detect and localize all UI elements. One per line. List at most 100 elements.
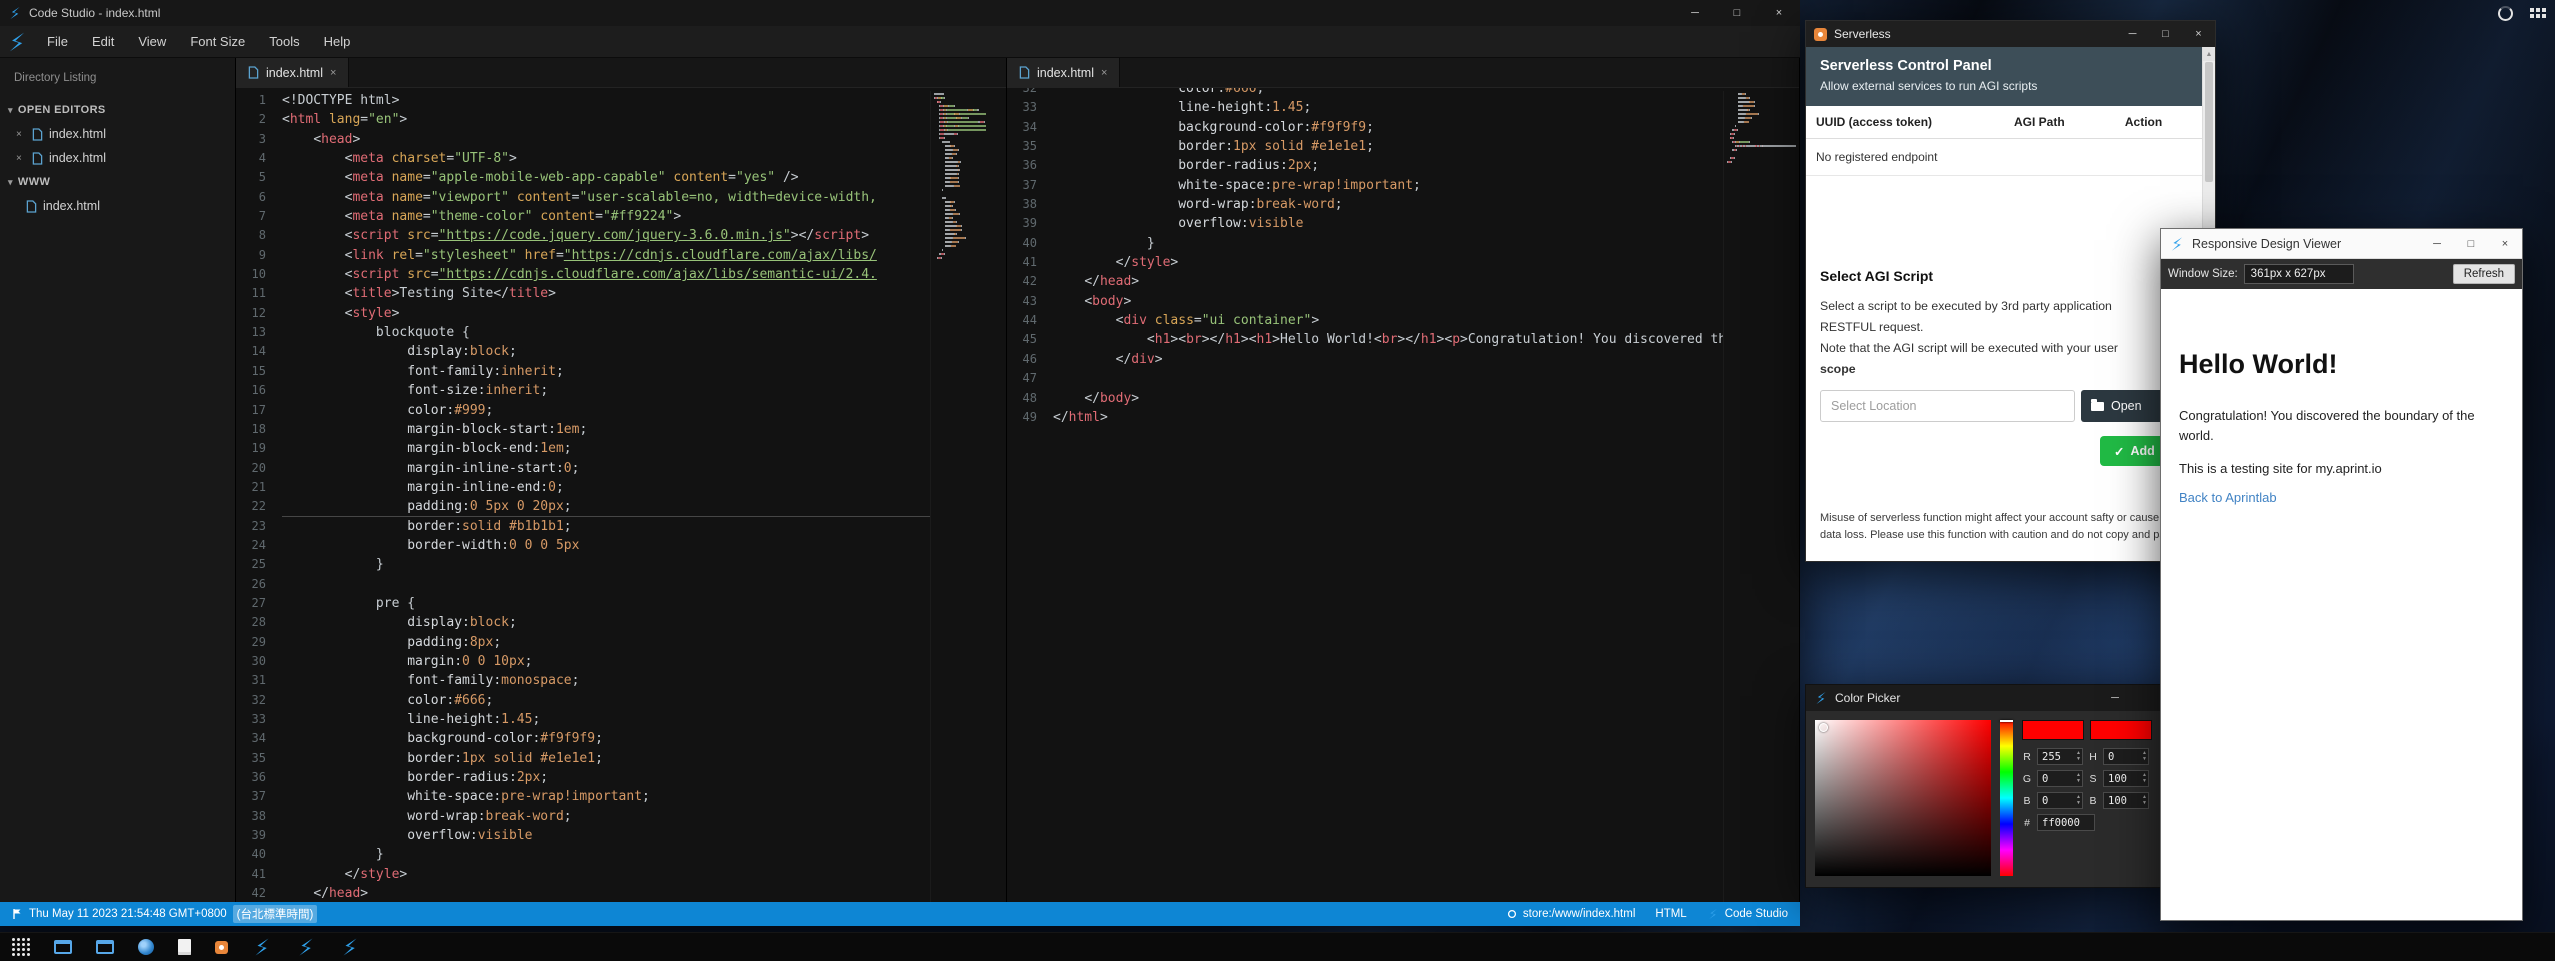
code-studio-logo-icon <box>8 6 22 20</box>
saturation-label: S <box>2088 773 2098 785</box>
code-editor[interactable]: 1<!DOCTYPE html>2<html lang="en">3 <head… <box>236 88 1006 902</box>
endpoint-table: UUID (access token) AGI Path Action No r… <box>1806 106 2202 176</box>
menu-edit[interactable]: Edit <box>81 29 125 54</box>
color-cursor[interactable] <box>1819 723 1828 732</box>
close-button[interactable]: × <box>2182 21 2215 47</box>
minimize-button[interactable]: ─ <box>2104 685 2126 711</box>
close-icon[interactable]: × <box>16 129 26 140</box>
spinner-arrows-icon[interactable]: ▲▼ <box>2142 750 2147 762</box>
code-studio-window: Code Studio - index.html ─ □ × File Edit… <box>0 0 1800 926</box>
color-picker-window: Color Picker ─ R ▲▼ H ▲▼ <box>1805 684 2185 888</box>
title-bar[interactable]: Responsive Design Viewer ─ □ × <box>2161 229 2522 259</box>
spinner-arrows-icon[interactable]: ▲▼ <box>2142 794 2147 806</box>
serverless-icon[interactable] <box>215 941 228 954</box>
close-button[interactable]: × <box>1758 0 1800 26</box>
section-title: Select AGI Script <box>1820 268 2188 284</box>
section-www[interactable]: ▾ WWW <box>0 170 235 194</box>
window-title: Code Studio - index.html <box>29 6 160 20</box>
close-button[interactable]: × <box>2488 229 2522 258</box>
browser-icon[interactable] <box>138 939 154 955</box>
menu-view[interactable]: View <box>127 29 177 54</box>
title-bar[interactable]: Color Picker ─ <box>1806 685 2184 711</box>
tab-index-html[interactable]: index.html × <box>236 58 349 87</box>
status-file-path[interactable]: store:/www/index.html <box>1507 908 1635 920</box>
hex-input[interactable] <box>2037 814 2095 831</box>
open-editor-item[interactable]: × index.html <box>0 122 235 146</box>
code-editor[interactable]: 32 color:#666;33 line-height:1.45;34 bac… <box>1007 88 1799 902</box>
code-studio-icon[interactable] <box>252 937 272 957</box>
spinner-arrows-icon[interactable]: ▲▼ <box>2076 750 2081 762</box>
file-icon <box>26 200 37 213</box>
status-app-name[interactable]: Code Studio <box>1707 908 1788 920</box>
status-datetime[interactable]: Thu May 11 2023 21:54:48 GMT+0800 (台北標準時… <box>12 905 317 923</box>
close-icon[interactable]: × <box>330 67 336 79</box>
title-bar[interactable]: Serverless ─ □ × <box>1806 21 2215 47</box>
location-input[interactable] <box>1820 390 2075 422</box>
open-editor-item[interactable]: × index.html <box>0 146 235 170</box>
page-paragraph: Congratulation! You discovered the bound… <box>2179 406 2504 445</box>
viewer-toolbar: Window Size: Refresh <box>2161 259 2522 289</box>
menu-help[interactable]: Help <box>313 29 362 54</box>
code-studio-icon[interactable] <box>340 937 360 957</box>
close-icon[interactable]: × <box>1101 67 1107 79</box>
apps-grid-icon[interactable] <box>2530 8 2546 18</box>
section-open-editors[interactable]: ▾ OPEN EDITORS <box>0 98 235 122</box>
window-size-label: Window Size: <box>2168 268 2238 280</box>
menu-font-size[interactable]: Font Size <box>179 29 256 54</box>
code-studio-logo-icon <box>1707 908 1719 920</box>
file-icon <box>32 128 43 141</box>
maximize-button[interactable]: □ <box>2149 21 2182 47</box>
spinner-arrows-icon[interactable]: ▲▼ <box>2076 794 2081 806</box>
maximize-button[interactable]: □ <box>1716 0 1758 26</box>
add-button[interactable]: ✓ Add <box>2100 436 2169 466</box>
responsive-viewer-window: Responsive Design Viewer ─ □ × Window Si… <box>2160 228 2523 921</box>
window-icon[interactable] <box>54 940 72 954</box>
scroll-up-icon[interactable]: ▲ <box>2203 47 2215 61</box>
window-icon[interactable] <box>96 940 114 954</box>
warning-text: Misuse of serverless function might affe… <box>1820 510 2188 544</box>
code-area[interactable]: 1<!DOCTYPE html>2<html lang="en">3 <head… <box>236 88 930 902</box>
menu-tools[interactable]: Tools <box>258 29 310 54</box>
hue-cursor[interactable] <box>2000 720 2013 722</box>
page-paragraph: This is a testing site for my.aprint.io <box>2179 461 2504 476</box>
window-title: Responsive Design Viewer <box>2192 237 2341 251</box>
refresh-button[interactable]: Refresh <box>2453 264 2515 284</box>
minimap[interactable] <box>930 91 1006 902</box>
minimize-button[interactable]: ─ <box>2116 21 2149 47</box>
tab-index-html[interactable]: index.html × <box>1007 58 1120 87</box>
app-launcher-icon[interactable] <box>12 938 30 956</box>
status-language[interactable]: HTML <box>1655 908 1686 920</box>
tab-bar: index.html × <box>236 58 1006 88</box>
saturation-value-area[interactable] <box>1815 720 1991 876</box>
chevron-down-icon: ▾ <box>8 105 13 116</box>
title-bar[interactable]: Code Studio - index.html ─ □ × <box>0 0 1800 26</box>
file-icon <box>248 66 259 79</box>
spinner-arrows-icon[interactable]: ▲▼ <box>2076 772 2081 784</box>
serverless-icon <box>1814 28 1827 41</box>
status-bar: Thu May 11 2023 21:54:48 GMT+0800 (台北標準時… <box>0 902 1800 926</box>
code-area[interactable]: 32 color:#666;33 line-height:1.45;34 bac… <box>1007 88 1723 902</box>
scrollbar-thumb[interactable] <box>2205 62 2213 182</box>
spinner-arrows-icon[interactable]: ▲▼ <box>2142 772 2147 784</box>
hue-slider[interactable] <box>2000 720 2013 876</box>
code-studio-logo-icon <box>6 31 28 53</box>
window-title: Color Picker <box>1835 691 1900 705</box>
column-header-agi-path: AGI Path <box>2004 106 2115 139</box>
minimize-button[interactable]: ─ <box>1674 0 1716 26</box>
brightness-label: B <box>2088 795 2098 807</box>
taskbar <box>0 932 2555 961</box>
window-size-input[interactable] <box>2244 264 2354 284</box>
previous-color-swatch <box>2090 720 2152 740</box>
minimize-button[interactable]: ─ <box>2420 229 2454 258</box>
back-to-aprintlab-link[interactable]: Back to Aprintlab <box>2179 490 2277 505</box>
panel-subtitle: Allow external services to run AGI scrip… <box>1820 79 2188 93</box>
minimap[interactable] <box>1723 91 1799 902</box>
close-icon[interactable]: × <box>16 153 26 164</box>
flag-icon <box>12 908 23 920</box>
menu-file[interactable]: File <box>36 29 79 54</box>
editor-pane-right: index.html × 32 color:#666;33 line-heigh… <box>1007 58 1800 902</box>
code-studio-icon[interactable] <box>296 937 316 957</box>
maximize-button[interactable]: □ <box>2454 229 2488 258</box>
file-tree-item[interactable]: index.html <box>0 194 235 218</box>
document-icon[interactable] <box>178 939 191 955</box>
